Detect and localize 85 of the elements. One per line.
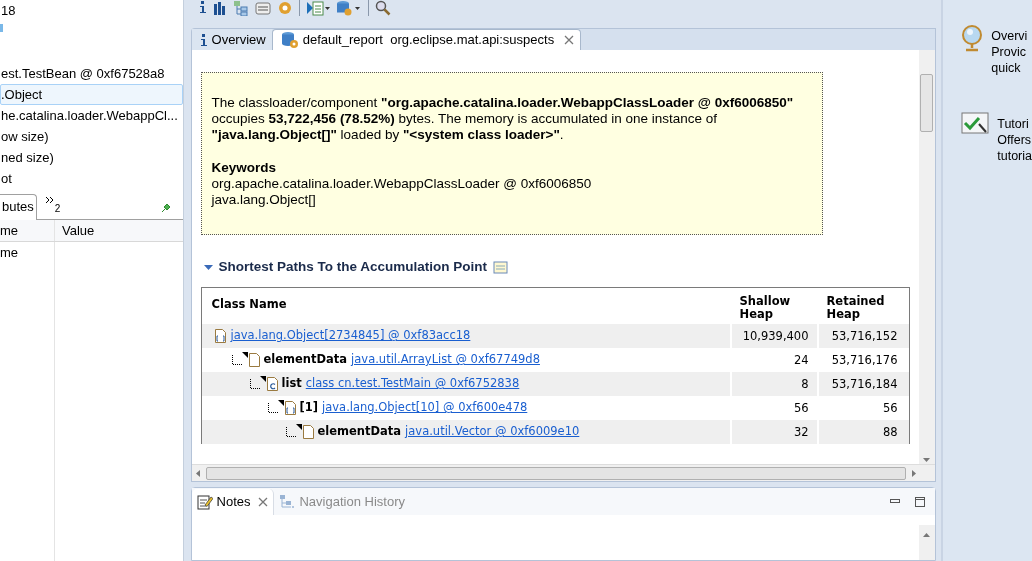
table-cell: me — [0, 242, 55, 264]
table-cell-text: 53,716,184 — [830, 376, 899, 393]
file-icon — [301, 424, 315, 440]
tree-hierarchy-icon[interactable] — [232, 0, 249, 16]
file-icon — [247, 352, 261, 368]
report-run-icon[interactable] — [305, 0, 330, 16]
object-link[interactable]: java.util.Vector @ 0xf6009e10 — [405, 423, 580, 441]
column-header[interactable]: Retained Heap — [818, 295, 906, 321]
vertical-scrollbar[interactable] — [918, 525, 935, 560]
notepad-pencil-icon — [196, 493, 213, 510]
scroll-thumb[interactable] — [920, 74, 933, 132]
view-tab[interactable]: butes — [0, 194, 37, 220]
reference-arrow-icon — [241, 352, 248, 358]
close-icon[interactable] — [564, 35, 575, 45]
info-icon[interactable] — [198, 0, 207, 16]
welcome-text: tutoria — [997, 148, 1032, 164]
checkmark-board-icon[interactable] — [961, 112, 990, 134]
editor-tab[interactable]: Overview — [191, 29, 272, 50]
section-heading: Shortest Paths To the Accumulation Point — [218, 257, 488, 276]
array-file-icon — [283, 400, 297, 416]
bar-chart-icon[interactable] — [212, 0, 227, 16]
tree-item[interactable]: .Object — [0, 84, 183, 105]
overflow-tabs-button[interactable]: 2 — [45, 197, 61, 219]
welcome-text: Provic — [991, 44, 1027, 60]
column-header[interactable]: Shallow Heap — [731, 295, 819, 321]
tree-connector-icon — [231, 355, 242, 365]
field-name: list — [281, 375, 302, 393]
object-link[interactable]: java.lang.Object[2734845] @ 0xf83acc18 — [230, 327, 471, 345]
reference-arrow-icon — [295, 424, 302, 430]
tree-item[interactable]: ot — [0, 168, 183, 189]
field-name: [1] — [299, 399, 319, 417]
object-link[interactable]: java.lang.Object[10] @ 0xf600e478 — [322, 399, 528, 417]
tree-nodes-icon — [279, 493, 296, 510]
close-icon[interactable] — [258, 496, 269, 507]
welcome-text: Overvi — [991, 28, 1028, 44]
column-header[interactable]: Class Name — [201, 295, 732, 314]
tree-item[interactable]: 18 — [0, 0, 183, 21]
description-text: The classloader/component "org.apache.catalina.loader.WebappClassLoader @ 0xf6006850" occupies 53,722,456 (78.52%) bytes. The memory is accumulated in one instance of "java.lang.Object[]" loaded by "<system class loader>". — [211, 95, 795, 143]
table-cell-text: 88 — [881, 424, 899, 441]
scroll-up-icon[interactable] — [923, 533, 930, 537]
tree-item[interactable]: est.TestBean @ 0xf67528a8 — [0, 63, 183, 84]
tree-connector-icon — [285, 427, 296, 437]
table-cell-text: 56 — [881, 400, 899, 417]
keyword-text: java.lang.Object[] — [211, 192, 317, 208]
tree-connector-icon — [267, 403, 278, 413]
welcome-text: Offers — [997, 132, 1032, 148]
view-tab[interactable]: Notes — [191, 488, 275, 515]
scroll-left-icon[interactable] — [195, 469, 200, 477]
search-icon[interactable] — [374, 0, 391, 16]
tree-connector-icon — [249, 379, 260, 389]
column-header[interactable]: me — [0, 220, 55, 241]
scroll-down-icon[interactable] — [923, 458, 930, 462]
globe-icon[interactable] — [961, 24, 984, 52]
vertical-scrollbar[interactable] — [918, 50, 935, 464]
keywords-heading: Keywords — [211, 160, 278, 176]
class-file-icon — [265, 376, 279, 392]
field-name: elementData — [317, 423, 402, 441]
expand-toggle-icon[interactable] — [203, 262, 213, 272]
horizontal-scrollbar[interactable] — [191, 464, 935, 481]
welcome-text: quick — [991, 60, 1022, 76]
scroll-right-icon[interactable] — [911, 469, 916, 477]
keyword-text: org.apache.catalina.loader.WebappClassLoader @ 0xf6006850 — [211, 176, 593, 192]
database-gear-icon[interactable] — [335, 0, 362, 16]
tree-item[interactable]: ned size) — [0, 147, 183, 168]
object-link[interactable]: java.util.ArrayList @ 0xf67749d8 — [351, 351, 540, 369]
minimize-icon[interactable] — [889, 499, 900, 504]
field-name: elementData — [263, 351, 348, 369]
array-file-icon — [213, 328, 227, 344]
tree-item[interactable]: ow size) — [0, 126, 183, 147]
pin-icon[interactable] — [160, 203, 171, 213]
object-link[interactable]: class cn.test.TestMain @ 0xf6752838 — [305, 375, 520, 393]
table-cell: 32 — [731, 420, 819, 444]
table-cell-text: 53,716,152 — [830, 328, 899, 345]
reference-arrow-icon — [277, 400, 284, 406]
scroll-thumb[interactable] — [205, 466, 906, 480]
tree-item[interactable]: he.catalina.loader.WebappCl... — [0, 105, 183, 126]
table-cell-text: 53,716,176 — [830, 352, 899, 369]
maximize-icon[interactable] — [914, 496, 925, 507]
reference-arrow-icon — [259, 376, 266, 382]
info-icon — [199, 32, 208, 47]
database-gear-icon — [280, 31, 299, 49]
column-header[interactable]: Value — [55, 220, 183, 241]
editor-tab[interactable]: default_report org.eclipse.mat.api:suspects — [271, 29, 582, 50]
chevron-double-icon — [45, 197, 54, 203]
welcome-text: Tutori — [997, 116, 1030, 132]
